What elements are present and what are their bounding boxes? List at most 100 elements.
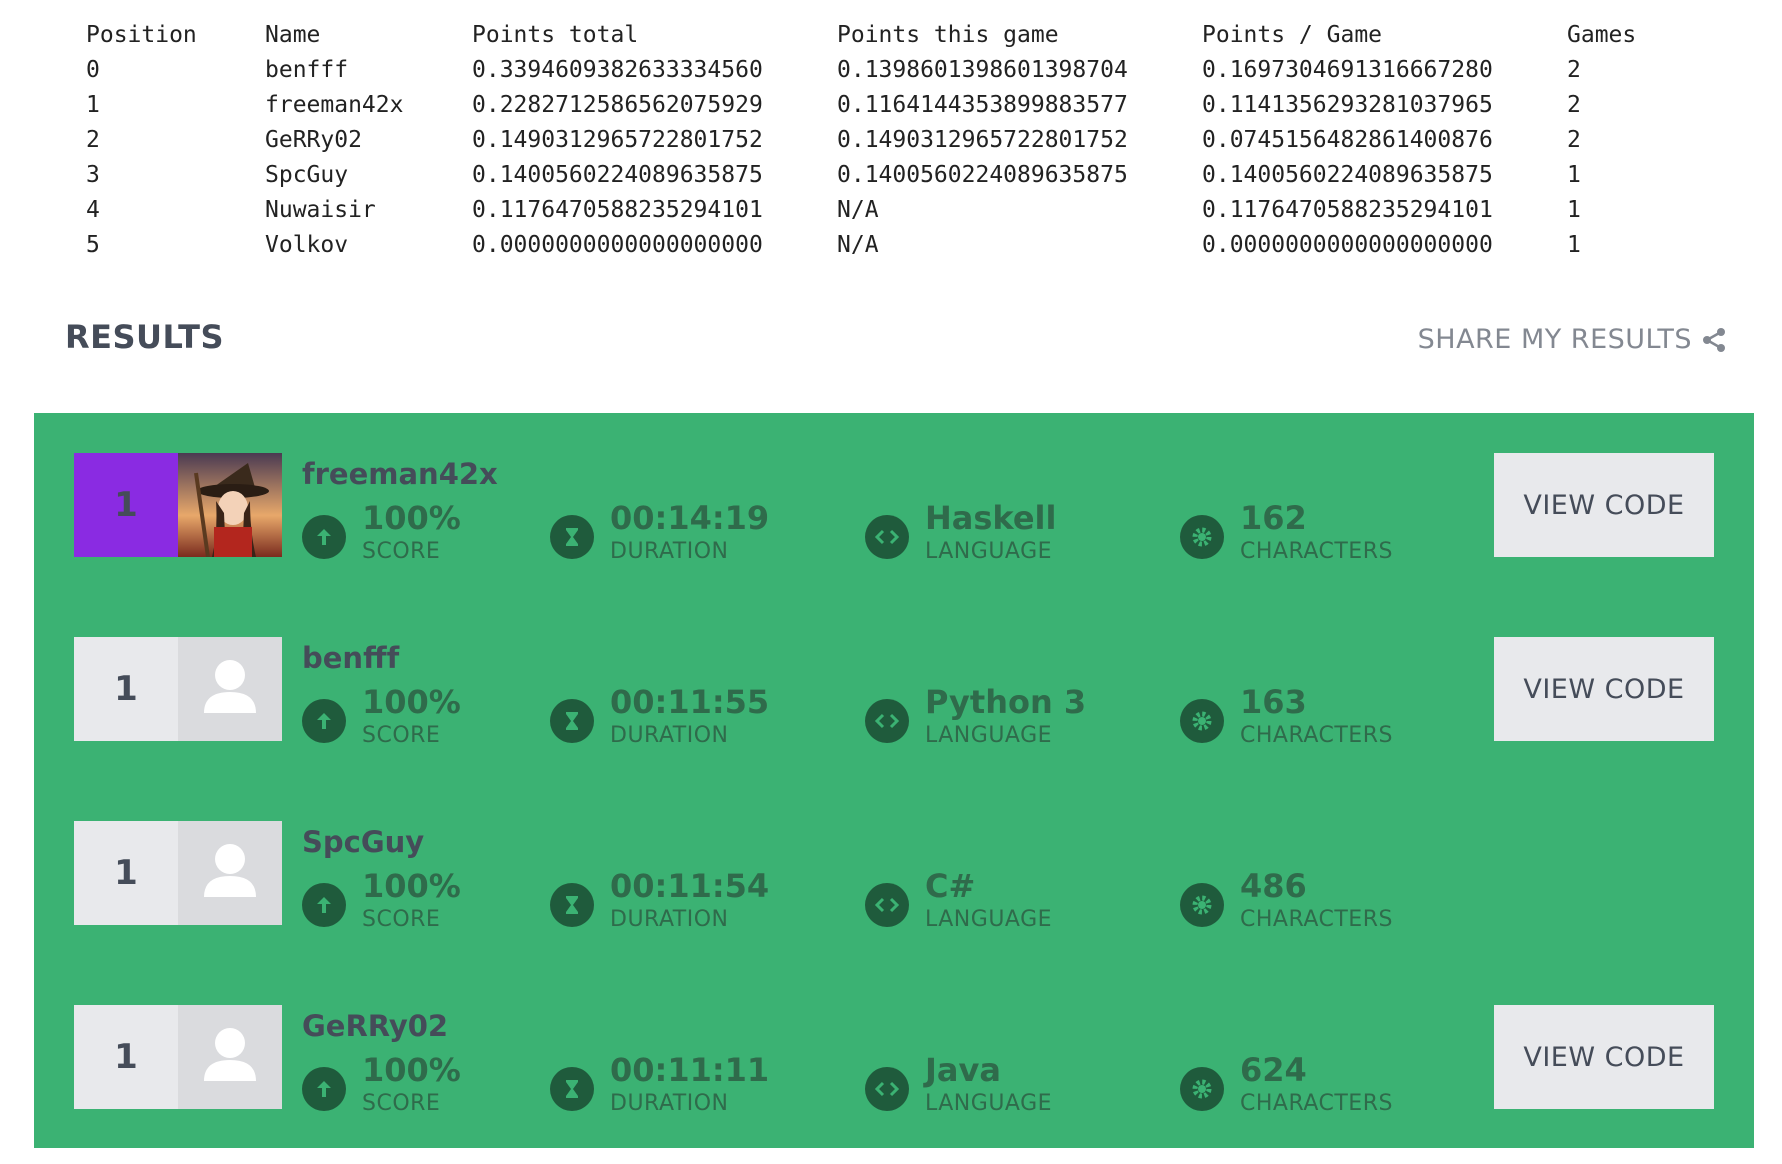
leaderboard-row: 0 benfff 0.3394609382633334560 0.1398601… <box>86 53 1667 88</box>
score-label: SCORE <box>362 539 441 564</box>
leaderboard-header-row: Position Name Points total Points this g… <box>86 18 1667 53</box>
cell-points-per-game: 0.0000000000000000000 <box>1202 232 1493 258</box>
duration-label: DURATION <box>610 1091 729 1116</box>
cell-games: 2 <box>1567 92 1581 118</box>
score-value: 100% <box>362 499 461 537</box>
cell-position: 4 <box>86 197 100 223</box>
score-label: SCORE <box>362 907 441 932</box>
avatar[interactable] <box>178 453 282 557</box>
view-code-button[interactable]: VIEW CODE <box>1494 637 1714 741</box>
arrow-up-icon <box>302 515 346 559</box>
user-placeholder-icon <box>204 660 256 713</box>
language-value: Haskell <box>925 499 1057 537</box>
cell-points-per-game: 0.0745156482861400876 <box>1202 127 1493 153</box>
rank-badge: 1 <box>74 1005 178 1109</box>
duration-value: 00:11:55 <box>610 683 770 721</box>
cell-name: GeRRy02 <box>265 127 362 153</box>
cell-name: freeman42x <box>265 92 404 118</box>
avatar[interactable] <box>178 1005 282 1109</box>
characters-value: 163 <box>1240 683 1307 721</box>
score-value: 100% <box>362 1051 461 1089</box>
characters-value: 486 <box>1240 867 1307 905</box>
leaderboard-row: 3 SpcGuy 0.1400560224089635875 0.1400560… <box>86 158 1667 193</box>
language-value: Java <box>925 1051 1001 1089</box>
code-icon <box>865 699 909 743</box>
cell-points-total: 0.3394609382633334560 <box>472 57 763 83</box>
view-code-button[interactable]: VIEW CODE <box>1494 1005 1714 1109</box>
cell-position: 2 <box>86 127 100 153</box>
duration-label: DURATION <box>610 539 729 564</box>
user-placeholder-icon <box>204 1028 256 1081</box>
result-row: 1 freeman42x 100% SCORE 00:14:19 DURATIO… <box>74 453 1714 564</box>
share-icon <box>1703 327 1725 352</box>
col-header-name: Name <box>265 22 321 48</box>
rank-badge: 1 <box>74 453 178 557</box>
score-value: 100% <box>362 683 461 721</box>
cell-points-total: 0.1176470588235294101 <box>472 197 763 223</box>
arrow-up-icon <box>302 883 346 927</box>
col-header-points-per-game: Points / Game <box>1202 22 1383 48</box>
cell-points-this-game: 0.1490312965722801752 <box>837 127 1128 153</box>
language-label: LANGUAGE <box>925 539 1053 564</box>
results-panel: 1 freeman42x 100% SCORE 00:14:19 DURATIO… <box>34 413 1754 1148</box>
rank-badge: 1 <box>74 637 178 741</box>
score-label: SCORE <box>362 723 441 748</box>
cell-position: 3 <box>86 162 100 188</box>
arrow-up-icon <box>302 699 346 743</box>
cell-points-this-game: 0.1398601398601398704 <box>837 57 1128 83</box>
col-header-points-total: Points total <box>472 22 639 48</box>
cell-points-per-game: 0.1697304691316667280 <box>1202 57 1493 83</box>
player-name[interactable]: freeman42x <box>302 457 498 491</box>
col-header-position: Position <box>86 22 197 48</box>
leaderboard-row: 2 GeRRy02 0.1490312965722801752 0.149031… <box>86 123 1667 158</box>
avatar[interactable] <box>178 821 282 925</box>
share-results-label: SHARE MY RESULTS <box>1417 324 1692 355</box>
cell-name: Nuwaisir <box>265 197 376 223</box>
avatar-image <box>178 453 282 557</box>
user-placeholder-icon <box>204 844 256 897</box>
avatar[interactable] <box>178 637 282 741</box>
cell-position: 1 <box>86 92 100 118</box>
language-label: LANGUAGE <box>925 723 1053 748</box>
result-row: 1 GeRRy02 100% SCORE 00:11:11 DURATION J… <box>74 1005 1714 1116</box>
hourglass-icon <box>550 883 594 927</box>
cell-points-this-game: 0.1164144353899883577 <box>837 92 1128 118</box>
cell-name: SpcGuy <box>265 162 349 188</box>
cell-games: 2 <box>1567 127 1581 153</box>
share-results-button[interactable]: SHARE MY RESULTS <box>1418 324 1726 355</box>
leaderboard-row: 1 freeman42x 0.2282712586562075929 0.116… <box>86 88 1667 123</box>
characters-label: CHARACTERS <box>1240 1091 1393 1116</box>
duration-value: 00:11:11 <box>610 1051 770 1089</box>
characters-value: 624 <box>1240 1051 1307 1089</box>
gear-icon <box>1180 515 1224 559</box>
cell-points-per-game: 0.1176470588235294101 <box>1202 197 1493 223</box>
rank-badge: 1 <box>74 821 178 925</box>
player-name[interactable]: SpcGuy <box>302 825 424 859</box>
hourglass-icon <box>550 1067 594 1111</box>
cell-points-this-game: N/A <box>837 197 879 223</box>
col-header-points-this-game: Points this game <box>837 22 1059 48</box>
duration-value: 00:11:54 <box>610 867 770 905</box>
cell-games: 1 <box>1567 162 1581 188</box>
view-code-button[interactable]: VIEW CODE <box>1494 453 1714 557</box>
cell-points-total: 0.1490312965722801752 <box>472 127 763 153</box>
cell-points-total: 0.2282712586562075929 <box>472 92 763 118</box>
code-icon <box>865 1067 909 1111</box>
hourglass-icon <box>550 699 594 743</box>
duration-label: DURATION <box>610 907 729 932</box>
language-value: Python 3 <box>925 683 1087 721</box>
leaderboard-row: 4 Nuwaisir 0.1176470588235294101 N/A 0.1… <box>86 193 1667 228</box>
cell-name: benfff <box>265 57 349 83</box>
duration-value: 00:14:19 <box>610 499 770 537</box>
cell-points-total: 0.1400560224089635875 <box>472 162 763 188</box>
player-name[interactable]: benfff <box>302 641 399 675</box>
language-label: LANGUAGE <box>925 907 1053 932</box>
language-label: LANGUAGE <box>925 1091 1053 1116</box>
gear-icon <box>1180 1067 1224 1111</box>
cell-games: 2 <box>1567 57 1581 83</box>
leaderboard-row: 5 Volkov 0.0000000000000000000 N/A 0.000… <box>86 228 1667 263</box>
result-row: 1 SpcGuy 100% SCORE 00:11:54 DURATION C#… <box>74 821 1714 932</box>
gear-icon <box>1180 699 1224 743</box>
player-name[interactable]: GeRRy02 <box>302 1009 448 1043</box>
duration-label: DURATION <box>610 723 729 748</box>
